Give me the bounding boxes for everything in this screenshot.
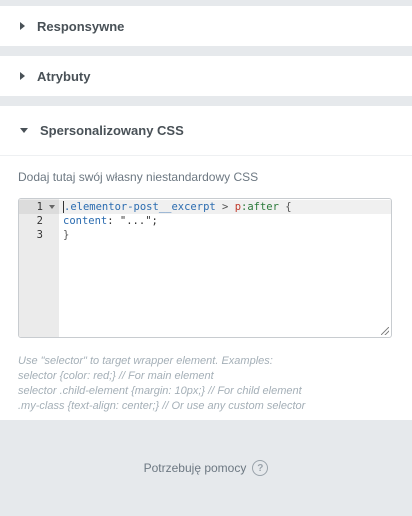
gap [0, 96, 412, 106]
caret-right-icon [20, 72, 25, 80]
section-custom-css: Spersonalizowany CSS Dodaj tutaj swój wł… [0, 106, 412, 430]
code-value: : "..."; [107, 215, 158, 227]
css-code-editor[interactable]: 1 2 3 .elementor-post__excerpt > p:after… [18, 198, 392, 338]
code-selector: .elementor-post__excerpt [64, 201, 216, 213]
hint-line: selector .child-element {margin: 10px;} … [18, 385, 302, 397]
hint-line: Use "selector" to target wrapper element… [18, 355, 273, 367]
code-line: } [59, 228, 391, 242]
section-responsive[interactable]: Responsywne [0, 6, 412, 46]
editor-code-area[interactable]: .elementor-post__excerpt > p:after { con… [59, 199, 391, 337]
code-line: content: "..."; [59, 214, 391, 228]
code-pseudo: :after [241, 201, 279, 213]
section-responsive-title: Responsywne [37, 18, 125, 34]
custom-css-content: Dodaj tutaj swój własny niestandardowy C… [0, 156, 412, 430]
code-line: .elementor-post__excerpt > p:after { [59, 200, 391, 214]
hint-line: selector {color: red;} // For main eleme… [18, 370, 214, 382]
help-area: Potrzebuję pomocy ? [0, 420, 412, 516]
hint-line: .my-class {text-align: center;} // Or us… [18, 400, 306, 412]
caret-right-icon [20, 22, 25, 30]
section-custom-css-title: Spersonalizowany CSS [40, 123, 184, 138]
line-number-text: 1 [36, 201, 43, 213]
editor-gutter: 1 2 3 [19, 199, 59, 337]
code-operator: > [215, 201, 235, 213]
section-attributes[interactable]: Atrybuty [0, 56, 412, 96]
line-number: 2 [19, 214, 59, 228]
section-attributes-title: Atrybuty [37, 68, 91, 84]
custom-css-label: Dodaj tutaj swój własny niestandardowy C… [18, 170, 259, 184]
help-link[interactable]: Potrzebuję pomocy [144, 461, 247, 475]
line-number-text: 2 [36, 215, 43, 227]
question-circle-icon[interactable]: ? [252, 460, 269, 476]
resize-handle[interactable] [381, 327, 389, 335]
code-property: content [63, 215, 108, 227]
custom-css-hint: Use "selector" to target wrapper element… [18, 354, 394, 414]
line-number: 1 [19, 200, 59, 214]
gap [0, 46, 412, 56]
caret-down-icon [20, 128, 28, 133]
line-number: 3 [19, 228, 59, 242]
fold-arrow-icon[interactable] [49, 205, 55, 209]
section-custom-css-header[interactable]: Spersonalizowany CSS [0, 106, 412, 156]
line-number-text: 3 [36, 229, 43, 241]
code-brace: } [63, 229, 70, 241]
code-brace: { [278, 201, 292, 213]
